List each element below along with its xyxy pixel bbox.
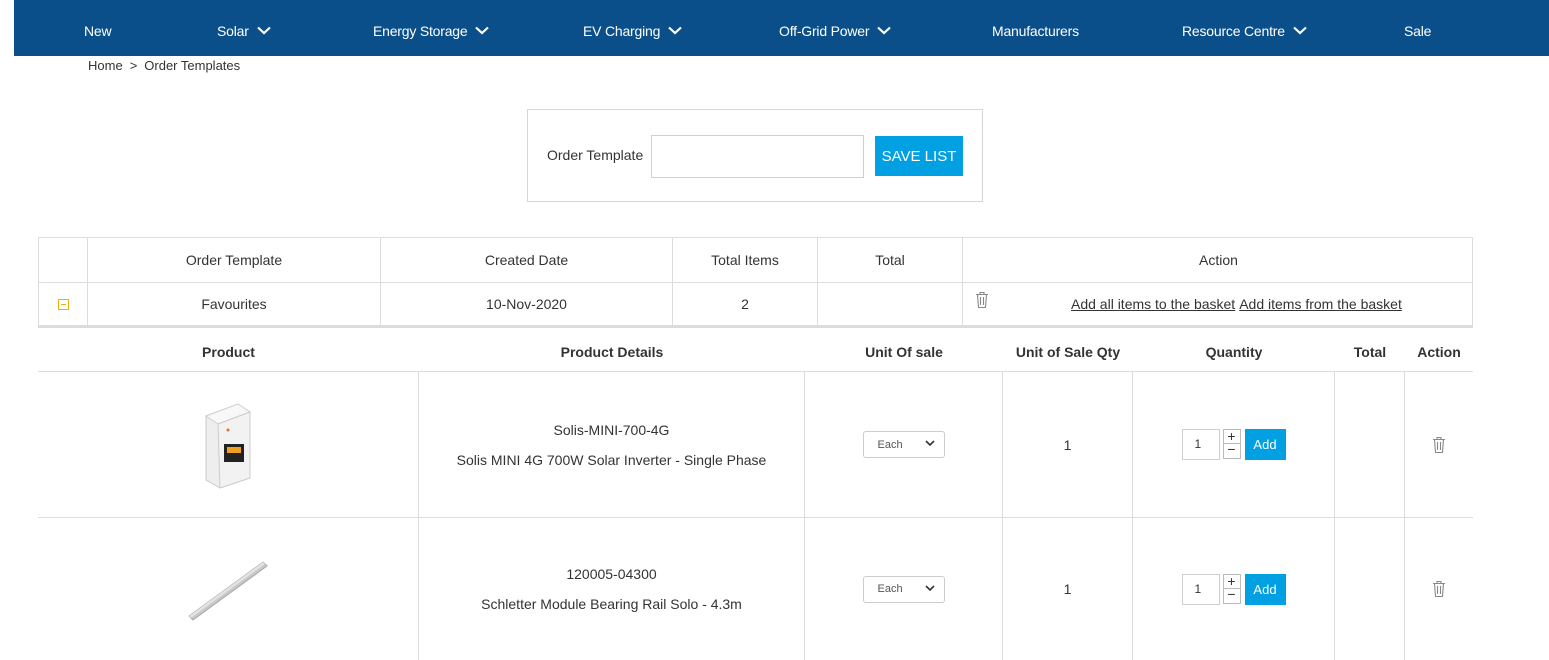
product-code: Solis-MINI-700-4G [553, 421, 670, 438]
quantity-cell: 1 + − Add [1133, 372, 1335, 517]
expand-column-header [39, 238, 88, 282]
product-details-cell: 120005-04300 Schletter Module Bearing Ra… [419, 518, 805, 660]
nav-item-manufacturers[interactable]: Manufacturers [992, 0, 1079, 56]
template-actions: Add all items to the basket Add items fr… [963, 283, 1474, 325]
column-header: Product [202, 344, 255, 360]
column-header: Total [1353, 344, 1387, 360]
product-action-cell [1405, 372, 1473, 517]
nav-item-label: Sale [1404, 23, 1432, 39]
unit-of-sale-value: Each [877, 438, 903, 451]
save-list-button[interactable]: SAVE LIST [875, 136, 963, 176]
nav-item-resource-centre[interactable]: Resource Centre [1182, 0, 1307, 56]
template-total [818, 283, 963, 325]
table-row: 120005-04300 Schletter Module Bearing Ra… [38, 518, 1473, 660]
quantity-cell: 1 + − Add [1133, 518, 1335, 660]
nav-item-label: Solar [217, 23, 249, 39]
product-name: Solis MINI 4G 700W Solar Inverter - Sing… [456, 451, 767, 468]
nav-item-energy-storage[interactable]: Energy Storage [373, 0, 490, 56]
template-name: Favourites [88, 283, 381, 325]
add-all-to-basket-link[interactable]: Add all items to the basket [1071, 296, 1235, 312]
nav-item-label: Resource Centre [1182, 23, 1285, 39]
unit-of-sale-cell: Each [805, 518, 1003, 660]
products-header-row: Product Product Details Unit Of sale Uni… [38, 328, 1473, 372]
nav-item-sale[interactable]: Sale [1404, 0, 1431, 56]
table-row: Solis-MINI-700-4G Solis MINI 4G 700W Sol… [38, 372, 1473, 518]
created-date: 10-Nov-2020 [381, 283, 673, 325]
order-template-input[interactable] [651, 135, 864, 178]
column-header: Total Items [673, 238, 818, 282]
column-header: Created Date [381, 238, 673, 282]
decrement-button[interactable]: − [1222, 587, 1241, 604]
product-image-cell [38, 518, 419, 660]
nav-item-label: Off-Grid Power [779, 23, 870, 39]
decrement-button[interactable]: − [1222, 442, 1241, 459]
collapse-icon[interactable] [57, 298, 69, 310]
product-image-cell [38, 372, 419, 517]
quantity-input[interactable]: 1 [1181, 429, 1220, 460]
chevron-down-icon [475, 26, 490, 35]
breadcrumb-home[interactable]: Home [88, 58, 123, 73]
expand-cell [39, 283, 88, 325]
column-header: Action [1417, 344, 1461, 360]
save-template-form: Order Template SAVE LIST [527, 109, 983, 202]
add-button[interactable]: Add [1244, 573, 1286, 605]
chevron-down-icon [877, 26, 892, 35]
unit-of-sale-select[interactable]: Each [862, 431, 945, 458]
unit-of-sale-qty: 1 [1003, 518, 1133, 660]
nav-item-label: Manufacturers [992, 23, 1079, 39]
order-template-label: Order Template [547, 147, 644, 163]
quantity-stepper: + − [1222, 573, 1241, 605]
column-header: Quantity [1205, 344, 1263, 360]
nav-item-label: Energy Storage [373, 23, 468, 39]
unit-of-sale-qty: 1 [1003, 372, 1133, 517]
quantity-input[interactable]: 1 [1181, 573, 1220, 605]
unit-of-sale-select[interactable]: Each [862, 575, 945, 603]
add-button[interactable]: Add [1244, 429, 1286, 460]
column-header: Action [1199, 252, 1238, 268]
total-items: 2 [673, 283, 818, 325]
product-code: 120005-04300 [566, 566, 657, 582]
add-from-basket-link[interactable]: Add items from the basket [1239, 296, 1402, 312]
trash-icon[interactable] [1432, 436, 1446, 454]
nav-item-new[interactable]: New [84, 0, 112, 56]
templates-header-row: Order Template Created Date Total Items … [39, 238, 1472, 283]
breadcrumb: Home > Order Templates [88, 58, 240, 73]
unit-of-sale-cell: Each [805, 372, 1003, 517]
column-header: Order Template [88, 238, 381, 282]
chevron-down-icon [1293, 26, 1307, 35]
table-row: Favourites 10-Nov-2020 2 Add all items t… [39, 283, 1472, 327]
breadcrumb-current: Order Templates [144, 58, 241, 73]
rail-image[interactable] [183, 554, 273, 624]
inverter-image[interactable] [198, 400, 258, 490]
nav-item-label: New [84, 23, 112, 39]
chevron-down-icon [924, 584, 935, 591]
top-navigation: New Solar Energy Storage EV Charging Off… [14, 0, 1549, 56]
chevron-down-icon [924, 440, 935, 447]
product-name: Schletter Module Bearing Rail Solo - 4.3… [481, 596, 742, 612]
nav-item-solar[interactable]: Solar [217, 0, 271, 56]
column-header: Product Details [560, 344, 664, 360]
nav-item-off-grid-power[interactable]: Off-Grid Power [779, 0, 892, 56]
column-header: Unit of Sale Qty [1015, 344, 1121, 360]
trash-icon[interactable] [975, 291, 989, 309]
product-action-cell [1405, 518, 1473, 660]
column-header: Unit Of sale [865, 344, 943, 360]
templates-table: Order Template Created Date Total Items … [38, 237, 1473, 328]
breadcrumb-separator: > [129, 58, 138, 73]
chevron-down-icon [668, 26, 682, 35]
unit-of-sale-value: Each [877, 583, 903, 595]
nav-item-ev-charging[interactable]: EV Charging [583, 0, 682, 56]
chevron-down-icon [256, 26, 271, 35]
column-header: Total [818, 238, 963, 282]
product-details-cell: Solis-MINI-700-4G Solis MINI 4G 700W Sol… [419, 372, 805, 517]
quantity-stepper: + − [1222, 429, 1241, 460]
trash-icon[interactable] [1432, 580, 1446, 598]
nav-item-label: EV Charging [583, 23, 661, 39]
product-total [1335, 518, 1405, 660]
product-total [1335, 372, 1405, 517]
